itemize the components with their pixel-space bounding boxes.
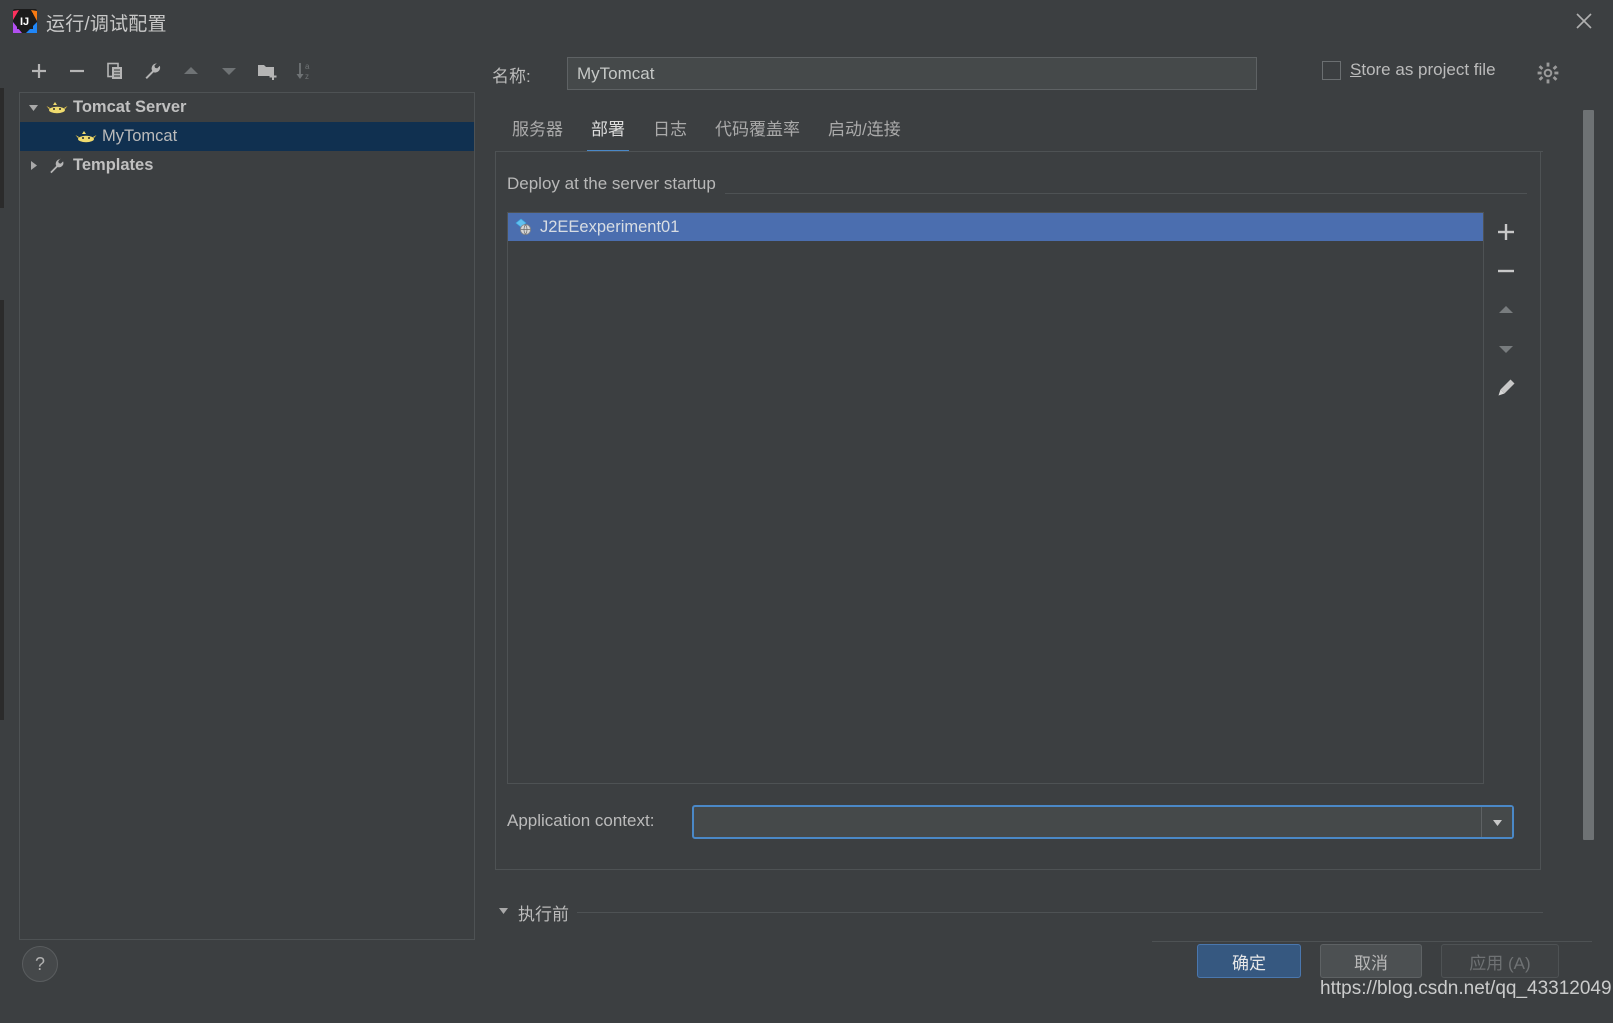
artifact-icon: [514, 217, 534, 237]
intellij-idea-icon: IJ: [12, 8, 38, 34]
window-edge-decoration-top: [0, 88, 4, 208]
deployment-list-toolbar: [1484, 212, 1527, 784]
copy-icon: [107, 62, 122, 79]
folder-add-icon: [258, 65, 277, 80]
tree-node-tomcat-server[interactable]: Tomcat Server: [20, 93, 474, 122]
move-up-button[interactable]: [176, 56, 206, 86]
tomcat-icon: [75, 128, 97, 146]
tomcat-icon: [46, 99, 68, 117]
tree-node-label: Templates: [73, 156, 154, 174]
gear-icon[interactable]: [1537, 62, 1559, 84]
bottom-divider: [1152, 941, 1592, 942]
chevron-down-icon[interactable]: [1481, 807, 1512, 837]
arrow-down-icon: [222, 68, 236, 75]
chevron-right-icon[interactable]: [20, 159, 46, 172]
application-context-input[interactable]: [694, 807, 1481, 837]
minus-icon: [1497, 269, 1514, 272]
move-down-button[interactable]: [214, 56, 244, 86]
add-artifact-button[interactable]: [1484, 212, 1527, 251]
watermark-text: https://blog.csdn.net/qq_43312049: [1320, 978, 1612, 999]
chevron-down-icon[interactable]: [497, 904, 510, 922]
configurations-toolbar: a z: [14, 50, 474, 92]
apply-button[interactable]: 应用 (A): [1441, 944, 1559, 978]
tab-code-coverage[interactable]: 代码覆盖率: [701, 112, 814, 153]
tree-node-mytomcat[interactable]: MyTomcat: [20, 122, 474, 151]
pencil-icon: [1498, 379, 1514, 395]
edit-artifact-button[interactable]: [1484, 368, 1527, 407]
ok-button[interactable]: 确定: [1197, 944, 1301, 978]
cancel-button[interactable]: 取消: [1320, 944, 1422, 978]
svg-text:z: z: [305, 72, 309, 81]
vertical-scrollbar[interactable]: [1583, 110, 1594, 840]
title-bar: IJ 运行/调试配置: [0, 0, 1613, 42]
help-label: ?: [34, 953, 45, 974]
chevron-down-icon[interactable]: [20, 101, 46, 114]
before-launch-label: 执行前: [518, 905, 569, 924]
close-icon[interactable]: [1555, 0, 1613, 42]
wrench-icon: [46, 157, 68, 175]
run-debug-configurations-dialog: IJ 运行/调试配置 a z Tomcat Server MyTomcat Te…: [0, 0, 1613, 1023]
tree-node-label: Tomcat Server: [73, 98, 187, 116]
arrow-down-icon: [1498, 345, 1513, 353]
remove-configuration-button[interactable]: [62, 56, 92, 86]
plus-icon: [1497, 223, 1514, 240]
remove-artifact-button[interactable]: [1484, 251, 1527, 290]
tab-deployment[interactable]: 部署: [577, 112, 639, 153]
tab-startup-connection[interactable]: 启动/连接: [814, 112, 915, 153]
deploy-group-title: Deploy at the server startup: [507, 174, 725, 194]
store-as-project-file-row[interactable]: Store as project file: [1322, 60, 1496, 80]
sort-az-icon: a z: [296, 62, 310, 81]
scrollbar-thumb[interactable]: [1583, 110, 1594, 840]
configuration-tabs[interactable]: 服务器 部署 日志 代码覆盖率 启动/连接: [498, 112, 915, 153]
store-as-project-file-label: Store as project file: [1350, 60, 1496, 80]
arrow-up-icon: [1498, 305, 1513, 313]
sort-alphabetically-button[interactable]: a z: [290, 56, 320, 86]
list-item[interactable]: J2EEexperiment01: [508, 213, 1483, 241]
move-artifact-up-button[interactable]: [1484, 290, 1527, 329]
store-mnemonic: S: [1350, 60, 1362, 79]
edit-templates-button[interactable]: [138, 56, 168, 86]
tree-node-templates[interactable]: Templates: [20, 151, 474, 180]
copy-configuration-button[interactable]: [100, 56, 130, 86]
plus-icon: [32, 64, 46, 78]
help-button[interactable]: ?: [22, 946, 58, 982]
before-launch-section[interactable]: 执行前: [497, 900, 1543, 925]
deployment-artifacts-list[interactable]: J2EEexperiment01: [507, 212, 1484, 784]
arrow-up-icon: [184, 67, 198, 74]
svg-text:a: a: [305, 62, 310, 71]
minus-icon: [70, 69, 84, 73]
tab-logs[interactable]: 日志: [639, 112, 701, 153]
tab-server[interactable]: 服务器: [498, 112, 577, 153]
add-configuration-button[interactable]: [24, 56, 54, 86]
tree-node-label: MyTomcat: [102, 127, 178, 145]
artifact-label: J2EEexperiment01: [540, 217, 680, 236]
configurations-tree[interactable]: Tomcat Server MyTomcat Templates: [19, 92, 475, 940]
name-input[interactable]: [567, 57, 1257, 90]
store-label-rest: tore as project file: [1361, 60, 1496, 79]
move-artifact-down-button[interactable]: [1484, 329, 1527, 368]
window-title: 运行/调试配置: [46, 14, 167, 35]
name-label: 名称:: [492, 67, 531, 86]
store-as-project-file-checkbox[interactable]: [1322, 60, 1341, 80]
new-folder-button[interactable]: [252, 56, 282, 86]
before-launch-divider: [577, 912, 1543, 913]
application-context-label: Application context:: [507, 811, 655, 830]
window-edge-decoration: [0, 300, 4, 720]
wrench-icon: [145, 62, 161, 79]
application-context-combobox[interactable]: [692, 805, 1514, 839]
svg-text:IJ: IJ: [20, 16, 29, 28]
